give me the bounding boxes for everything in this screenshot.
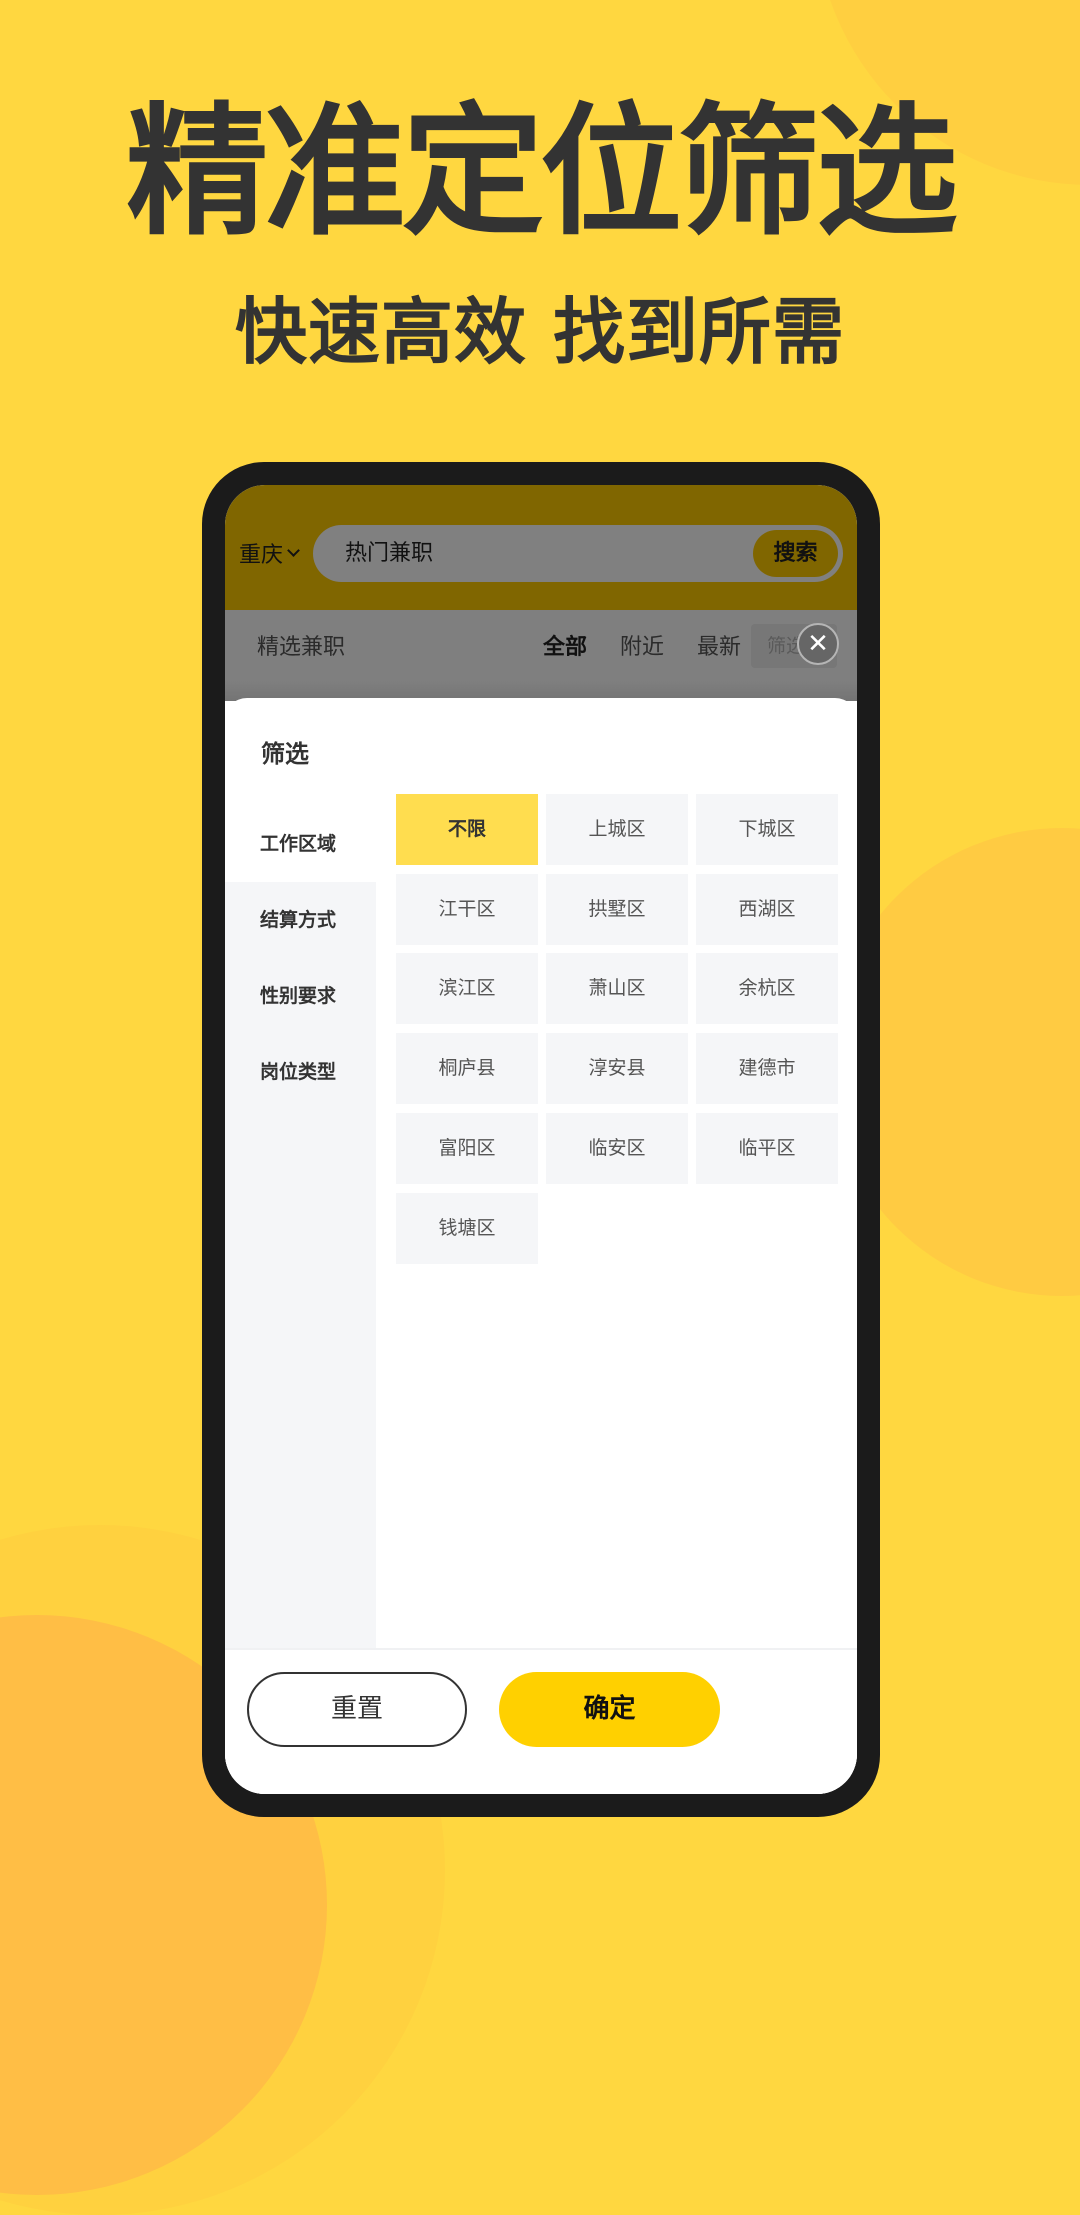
category-gender[interactable]: 性别要求 bbox=[225, 958, 376, 1034]
area-option[interactable]: 西湖区 bbox=[696, 874, 838, 945]
area-option[interactable]: 滨江区 bbox=[396, 953, 538, 1024]
tab-nearby[interactable]: 附近 bbox=[620, 610, 664, 686]
phone-screen: 重庆 热门兼职 搜索 精选兼职 全部 附近 最新 筛选 ✕ 筛选 工作区域 结算… bbox=[225, 485, 857, 1794]
sheet-footer: 重置 确定 bbox=[225, 1648, 857, 1794]
confirm-button[interactable]: 确定 bbox=[499, 1672, 720, 1747]
category-settlement[interactable]: 结算方式 bbox=[225, 882, 376, 958]
tab-latest[interactable]: 最新 bbox=[697, 610, 741, 686]
area-option[interactable]: 富阳区 bbox=[396, 1113, 538, 1184]
phone-frame: 重庆 热门兼职 搜索 精选兼职 全部 附近 最新 筛选 ✕ 筛选 工作区域 结算… bbox=[202, 462, 880, 1817]
area-option[interactable]: 建德市 bbox=[696, 1033, 838, 1104]
area-option[interactable]: 萧山区 bbox=[546, 953, 688, 1024]
filter-category-sidebar: 工作区域 结算方式 性别要求 岗位类型 bbox=[225, 806, 376, 1651]
area-option[interactable]: 下城区 bbox=[696, 794, 838, 865]
close-button[interactable]: ✕ bbox=[797, 623, 839, 665]
filter-sheet: 筛选 工作区域 结算方式 性别要求 岗位类型 不限 上城区 下城区江干区 拱墅区 西湖区… bbox=[225, 698, 857, 1794]
section-title: 精选兼职 bbox=[257, 635, 346, 660]
area-option[interactable]: 上城区 bbox=[546, 794, 688, 865]
area-option[interactable]: 桐庐县 bbox=[396, 1033, 538, 1104]
tab-all[interactable]: 全部 bbox=[543, 610, 587, 686]
area-option[interactable]: 不限 bbox=[396, 794, 538, 865]
category-job-type[interactable]: 岗位类型 bbox=[225, 1034, 376, 1110]
city-selector[interactable]: 重庆 bbox=[239, 537, 300, 569]
hero-subtitle: 快速高效 找到所需 bbox=[234, 290, 846, 374]
sheet-title: 筛选 bbox=[261, 740, 309, 768]
close-icon: ✕ bbox=[807, 629, 829, 659]
category-work-area[interactable]: 工作区域 bbox=[225, 806, 376, 882]
hero-title: 精准定位筛选 bbox=[126, 90, 958, 255]
chevron-down-icon bbox=[287, 543, 300, 557]
search-text: 热门兼职 bbox=[345, 541, 434, 566]
app-header: 重庆 热门兼职 搜索 bbox=[225, 485, 857, 610]
area-option[interactable]: 淳安县 bbox=[546, 1033, 688, 1104]
search-input[interactable]: 热门兼职 搜索 bbox=[313, 525, 843, 582]
reset-button[interactable]: 重置 bbox=[247, 1672, 467, 1747]
city-label: 重庆 bbox=[239, 543, 284, 568]
area-option[interactable]: 拱墅区 bbox=[546, 874, 688, 945]
search-button[interactable]: 搜索 bbox=[753, 530, 838, 577]
area-option[interactable]: 临平区 bbox=[696, 1113, 838, 1184]
area-option[interactable]: 余杭区 bbox=[696, 953, 838, 1024]
area-option[interactable]: 江干区 bbox=[396, 874, 538, 945]
area-option[interactable]: 临安区 bbox=[546, 1113, 688, 1184]
area-option[interactable]: 钱塘区 bbox=[396, 1193, 538, 1264]
